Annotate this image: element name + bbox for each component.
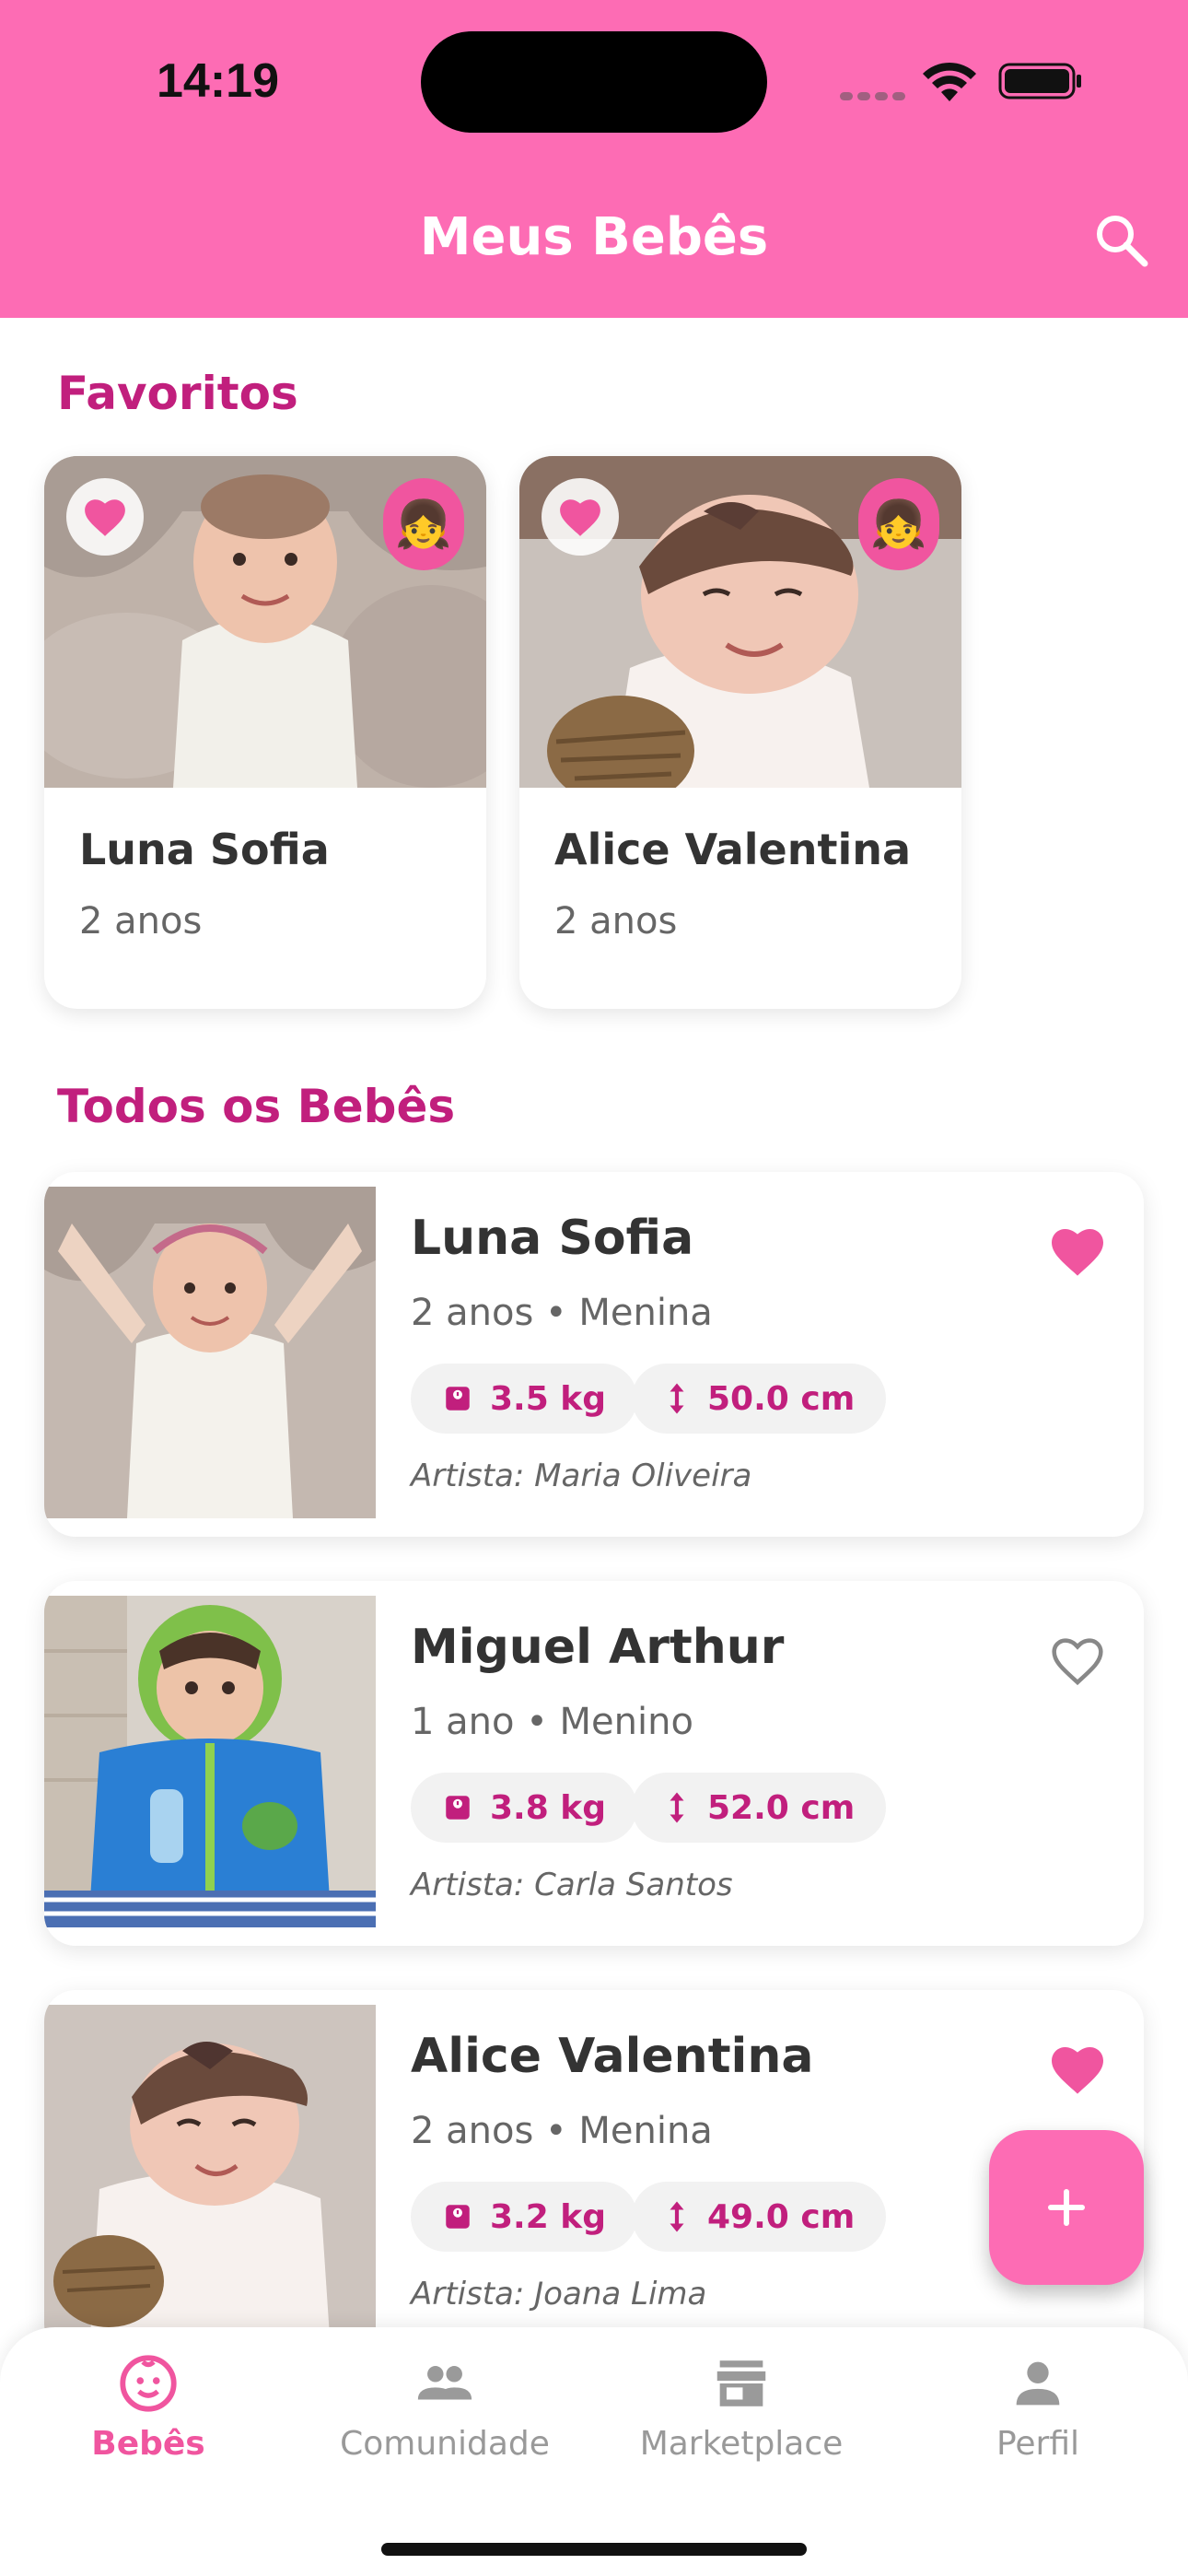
favorite-card[interactable]: 👧 Luna Sofia 2 anos: [44, 456, 486, 1009]
height-arrow-icon: [670, 1383, 684, 1414]
favorite-name: Alice Valentina: [554, 825, 912, 874]
bottom-navigation: Bebês Comunidade Marketplace Perfil: [0, 2327, 1188, 2576]
person-icon: [1016, 2361, 1060, 2406]
favorite-age: 2 anos: [554, 900, 678, 943]
favorites-section-title: Favoritos: [57, 367, 298, 420]
gender-girl-badge: 👧: [858, 478, 939, 570]
height-value: 52.0 cm: [707, 1788, 856, 1827]
battery-icon: [998, 63, 1081, 100]
store-icon: [716, 2360, 766, 2406]
heart-filled-icon: [85, 499, 125, 536]
scale-icon: [446, 1387, 470, 1411]
nav-label: Bebês: [91, 2425, 205, 2463]
baby-list-item[interactable]: Miguel Arthur 1 ano • Menino 3.8 kg 52.0…: [44, 1581, 1144, 1946]
scale-icon: [446, 2205, 470, 2229]
all-babies-section-title: Todos os Bebês: [57, 1080, 456, 1133]
wifi-icon: [923, 62, 976, 101]
app-header: 14:19 Meus Bebês: [0, 0, 1188, 318]
height-chip: 49.0 cm: [632, 2182, 887, 2252]
baby-age-gender: 2 anos • Menina: [411, 1292, 713, 1334]
heart-filled-icon: [560, 499, 600, 536]
favorite-toggle[interactable]: [542, 478, 619, 556]
artist-name: Artista: Maria Oliveira: [411, 1458, 752, 1494]
baby-list-item[interactable]: Luna Sofia 2 anos • Menina 3.5 kg 50.0 c…: [44, 1172, 1144, 1537]
baby-photo: [44, 1596, 376, 1927]
height-value: 50.0 cm: [707, 1379, 856, 1418]
weight-chip: 3.8 kg: [411, 1773, 638, 1843]
height-chip: 52.0 cm: [632, 1773, 887, 1843]
height-arrow-icon: [670, 2201, 684, 2232]
status-time: 14:19: [157, 54, 279, 108]
baby-age-gender: 2 anos • Menina: [411, 2110, 713, 2152]
nav-item-perfil[interactable]: Perfil: [890, 2351, 1186, 2463]
weight-chip: 3.5 kg: [411, 1364, 638, 1434]
cellular-signal-icon: [840, 87, 910, 104]
artist-name: Artista: Carla Santos: [411, 1867, 733, 1903]
baby-list-item[interactable]: Alice Valentina 2 anos • Menina 3.2 kg 4…: [44, 1990, 1144, 2355]
page-title: Meus Bebês: [419, 207, 769, 267]
baby-photo: [44, 1187, 376, 1518]
heart-filled-icon[interactable]: [1048, 1224, 1107, 1279]
nav-item-marketplace[interactable]: Marketplace: [593, 2351, 890, 2463]
gender-girl-badge: 👧: [383, 478, 464, 570]
plus-icon: [1048, 2189, 1085, 2226]
baby-name: Miguel Arthur: [411, 1620, 785, 1675]
favorite-age: 2 anos: [79, 900, 203, 943]
add-baby-button[interactable]: [989, 2130, 1144, 2285]
baby-photo: [44, 2005, 376, 2336]
search-icon[interactable]: [1091, 210, 1150, 269]
nav-label: Perfil: [996, 2425, 1080, 2463]
favorite-toggle[interactable]: [66, 478, 144, 556]
height-arrow-icon: [670, 1792, 684, 1823]
height-value: 49.0 cm: [707, 2197, 856, 2236]
baby-name: Luna Sofia: [411, 1211, 694, 1266]
nav-item-comunidade[interactable]: Comunidade: [297, 2351, 593, 2463]
scale-icon: [446, 1796, 470, 1820]
baby-age-gender: 1 ano • Menino: [411, 1701, 693, 1743]
nav-label: Marketplace: [639, 2425, 844, 2463]
dynamic-island: [421, 31, 767, 133]
nav-item-bebes[interactable]: Bebês: [0, 2351, 297, 2463]
height-chip: 50.0 cm: [632, 1364, 887, 1434]
nav-label: Comunidade: [340, 2425, 550, 2463]
artist-name: Artista: Joana Lima: [411, 2276, 707, 2313]
heart-filled-icon[interactable]: [1048, 2042, 1107, 2097]
weight-value: 3.8 kg: [490, 1788, 607, 1827]
home-indicator[interactable]: [381, 2543, 807, 2556]
weight-value: 3.2 kg: [490, 2197, 607, 2236]
baby-name: Alice Valentina: [411, 2029, 814, 2084]
baby-face-icon: [120, 2355, 177, 2412]
weight-chip: 3.2 kg: [411, 2182, 638, 2252]
favorite-card[interactable]: 👧 Alice Valentina 2 anos: [519, 456, 961, 1009]
weight-value: 3.5 kg: [490, 1379, 607, 1418]
favorite-name: Luna Sofia: [79, 825, 330, 874]
people-icon: [417, 2366, 472, 2400]
heart-outline-icon[interactable]: [1048, 1633, 1107, 1688]
